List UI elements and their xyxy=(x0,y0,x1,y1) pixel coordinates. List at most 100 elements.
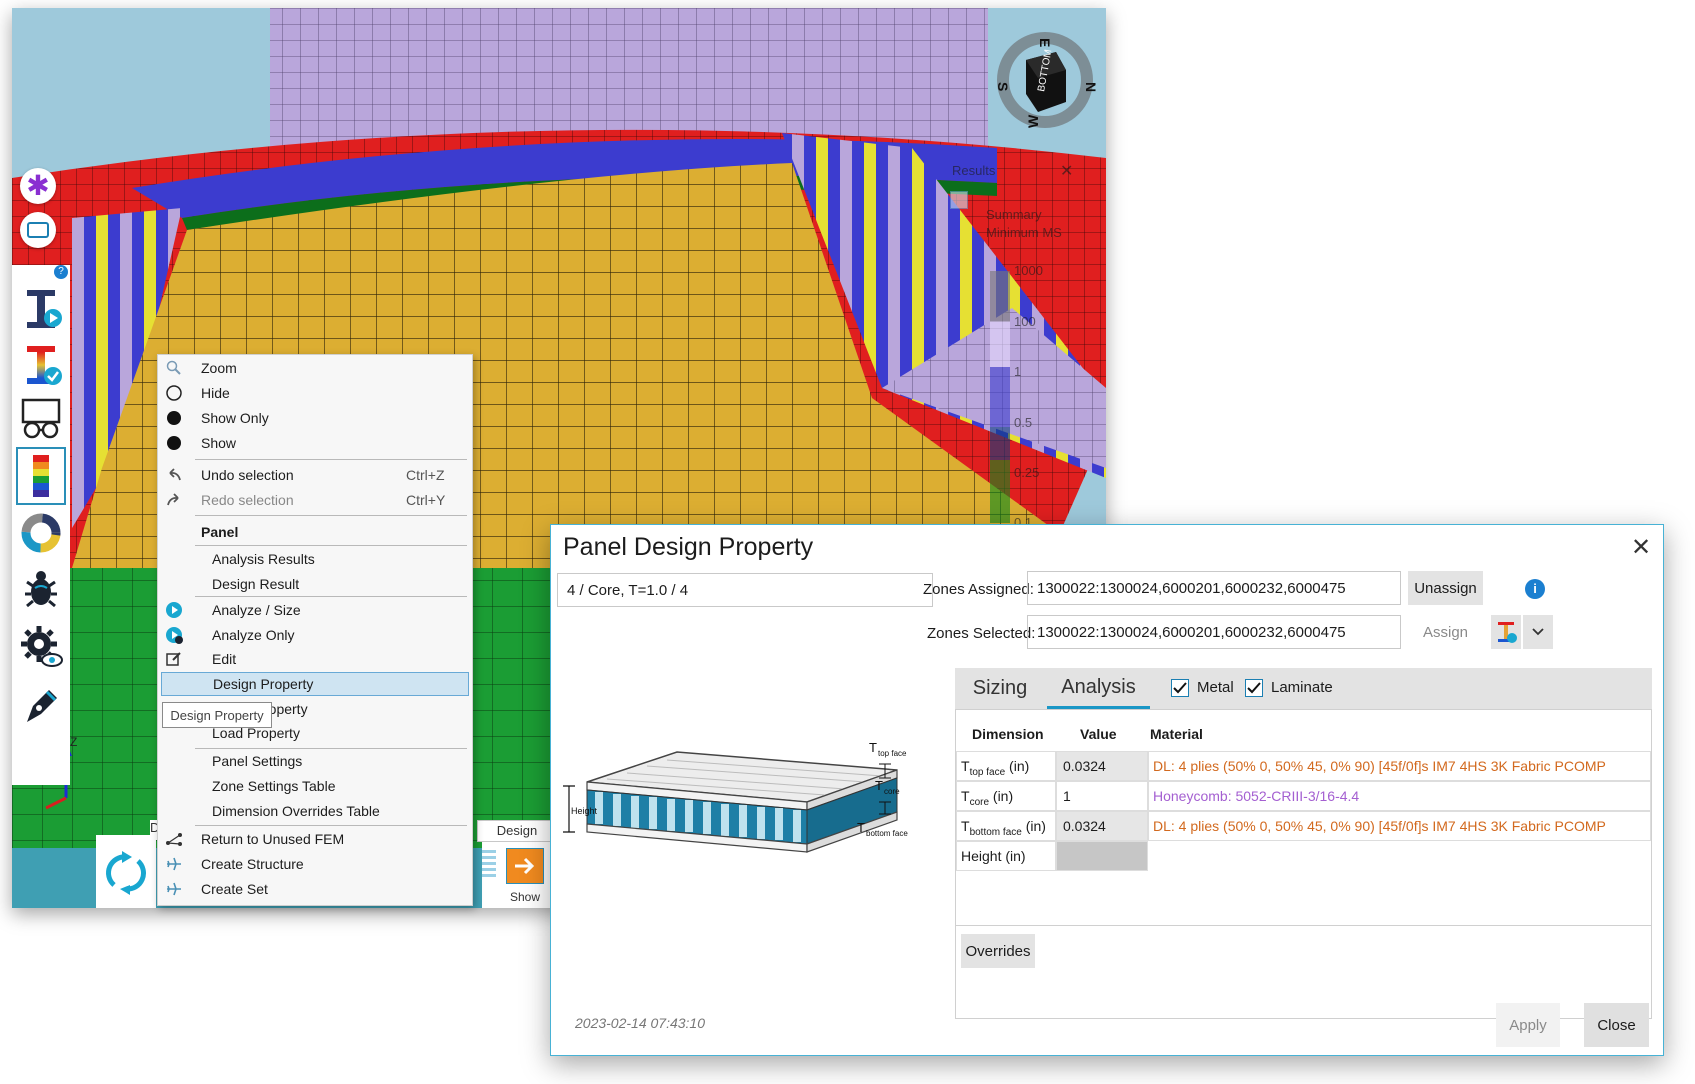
metal-checkbox[interactable] xyxy=(1171,679,1189,697)
rectangle-icon xyxy=(27,222,49,238)
tab-bar: Sizing Analysis Metal Laminate xyxy=(955,668,1652,709)
legend-close-icon[interactable]: ✕ xyxy=(1060,161,1073,181)
property-name-field[interactable]: 4 / Core, T=1.0 / 4 xyxy=(557,573,933,607)
refresh-button[interactable] xyxy=(96,835,156,908)
overrides-button[interactable]: Overrides xyxy=(961,934,1035,968)
results-legend: Results ✕ Summary Minimum MS 1000 100 1 … xyxy=(950,161,1102,530)
tab-sizing[interactable]: Sizing xyxy=(955,668,1045,709)
help-icon[interactable]: ? xyxy=(54,265,68,279)
table-row[interactable]: Height (in) xyxy=(956,841,1651,871)
apply-button[interactable]: Apply xyxy=(1496,1003,1560,1047)
menu-item-zoom[interactable]: Zoom xyxy=(158,356,472,380)
show-button[interactable] xyxy=(506,848,544,884)
menu-item-edit[interactable]: Edit xyxy=(158,647,472,671)
debug-tool[interactable] xyxy=(18,563,64,615)
legend-value: 1000 xyxy=(1014,263,1043,278)
menu-separator xyxy=(195,825,467,826)
menu-item-create-set[interactable]: Create Set xyxy=(158,877,472,901)
table-row[interactable]: Tcore (in) 1 Honeycomb: 5052-CRIII-3/16-… xyxy=(956,781,1651,811)
panel-check-tool[interactable] xyxy=(18,339,64,391)
panel-design-property-dialog: Panel Design Property ✕ 4 / Core, T=1.0 … xyxy=(550,524,1664,1056)
value-cell xyxy=(1056,841,1148,871)
dots-icon xyxy=(482,850,496,880)
show-label: Show xyxy=(510,890,541,904)
value-cell[interactable]: 1 xyxy=(1056,781,1148,811)
menu-item-dimension-overrides-table[interactable]: Dimension Overrides Table xyxy=(158,799,472,823)
menu-item-analysis-results[interactable]: Analysis Results xyxy=(158,547,472,571)
glasses-icon xyxy=(21,398,61,439)
menu-item-hide[interactable]: Hide xyxy=(158,381,472,405)
menu-item-analyze-only[interactable]: Analyze Only xyxy=(158,623,472,647)
view-cube[interactable]: BOTTOM E N S W xyxy=(992,22,1099,142)
assign-dropdown-button[interactable] xyxy=(1523,615,1553,649)
zones-selected-field[interactable]: 1300022:1300024,6000201,6000232,6000475 xyxy=(1027,615,1401,649)
tab-analysis[interactable]: Analysis xyxy=(1047,668,1150,709)
menu-item-design-property[interactable]: Design Property xyxy=(161,672,469,696)
menu-item-label: Create Set xyxy=(201,881,268,897)
redo-icon xyxy=(164,490,184,510)
value-cell[interactable]: 0.0324 xyxy=(1056,811,1148,841)
table-row[interactable]: Ttop face (in) 0.0324 DL: 4 plies (50% 0… xyxy=(956,751,1651,781)
settings-tool[interactable] xyxy=(18,621,64,673)
zoom-icon xyxy=(164,358,184,378)
dimension-cell: Height (in) xyxy=(956,841,1056,871)
material-cell[interactable]: Honeycomb: 5052-CRIII-3/16-4.4 xyxy=(1148,781,1651,811)
pen-tool[interactable] xyxy=(18,679,64,731)
view-glasses-tool[interactable] xyxy=(18,393,64,445)
close-icon[interactable]: ✕ xyxy=(1629,533,1653,562)
menu-item-label: Panel Settings xyxy=(212,753,303,769)
info-icon[interactable]: i xyxy=(1525,579,1545,599)
menu-separator xyxy=(195,515,467,516)
dialog-title: Panel Design Property xyxy=(563,533,814,561)
column-header-dimension: Dimension xyxy=(972,726,1044,742)
circle-filled-icon xyxy=(164,433,184,453)
menu-item-show[interactable]: Show xyxy=(158,431,472,455)
nodes-icon xyxy=(164,829,184,849)
zones-assigned-field[interactable]: 1300022:1300024,6000201,6000232,6000475 xyxy=(1027,571,1401,605)
menu-item-show-only[interactable]: Show Only xyxy=(158,406,472,430)
menu-item-label: Analysis Results xyxy=(212,551,315,567)
material-cell[interactable]: DL: 4 plies (50% 0, 50% 45, 0% 90) [45f/… xyxy=(1148,811,1651,841)
value-cell[interactable]: 0.0324 xyxy=(1056,751,1148,781)
menu-item-design-result[interactable]: Design Result xyxy=(158,572,472,596)
menu-item-label: Design Property xyxy=(213,676,314,692)
rectangle-select-button[interactable] xyxy=(20,212,56,248)
menu-item-label: Hide xyxy=(201,385,230,401)
refresh-icon xyxy=(106,851,146,895)
menu-item-redo-selection[interactable]: Redo selection Ctrl+Y xyxy=(158,488,472,512)
menu-item-label: Undo selection xyxy=(201,467,294,483)
legend-value: 0.25 xyxy=(1014,465,1040,480)
menu-section-label: Panel xyxy=(201,524,239,540)
compass-south: S xyxy=(995,82,1011,91)
unassign-button[interactable]: Unassign xyxy=(1408,571,1483,605)
diagram-top-face-label: top face xyxy=(878,749,907,758)
menu-item-create-structure[interactable]: Create Structure xyxy=(158,852,472,876)
results-legend-tool[interactable] xyxy=(16,447,66,505)
menu-item-return-to-unused-fem[interactable]: Return to Unused FEM xyxy=(158,827,472,851)
diagram-t-core: T xyxy=(875,778,883,793)
menu-item-zone-settings-table[interactable]: Zone Settings Table xyxy=(158,774,472,798)
toolbar-tab-design[interactable]: Design xyxy=(477,820,557,842)
assign-button[interactable]: Assign xyxy=(1408,615,1483,649)
table-row[interactable]: Tbottom face (in) 0.0324 DL: 4 plies (50… xyxy=(956,811,1651,841)
dimension-cell: Tbottom face (in) xyxy=(956,811,1056,841)
menu-item-undo-selection[interactable]: Undo selection Ctrl+Z xyxy=(158,463,472,487)
circle-outline-icon xyxy=(164,383,184,403)
menu-item-panel-settings[interactable]: Panel Settings xyxy=(158,749,472,773)
donut-chart-tool[interactable] xyxy=(18,507,64,559)
close-button[interactable]: Close xyxy=(1584,1003,1649,1047)
assign-options-button[interactable] xyxy=(1491,615,1521,649)
menu-item-analyze-size[interactable]: Analyze / Size xyxy=(158,598,472,622)
compass-east: E xyxy=(1037,38,1053,47)
panel-analyze-tool[interactable] xyxy=(18,283,64,335)
material-cell[interactable]: DL: 4 plies (50% 0, 50% 45, 0% 90) [45f/… xyxy=(1148,751,1651,781)
legend-title: Results xyxy=(952,163,996,178)
compass-west: W xyxy=(1025,114,1041,128)
asterisk-button[interactable]: ✱ xyxy=(20,168,56,204)
laminate-label: Laminate xyxy=(1271,679,1333,696)
menu-item-label: Show Only xyxy=(201,410,269,426)
laminate-checkbox[interactable] xyxy=(1245,679,1263,697)
svg-text:Z: Z xyxy=(70,735,77,749)
menu-item-label: Design Result xyxy=(212,576,300,592)
legend-pin-icon[interactable] xyxy=(950,191,968,209)
